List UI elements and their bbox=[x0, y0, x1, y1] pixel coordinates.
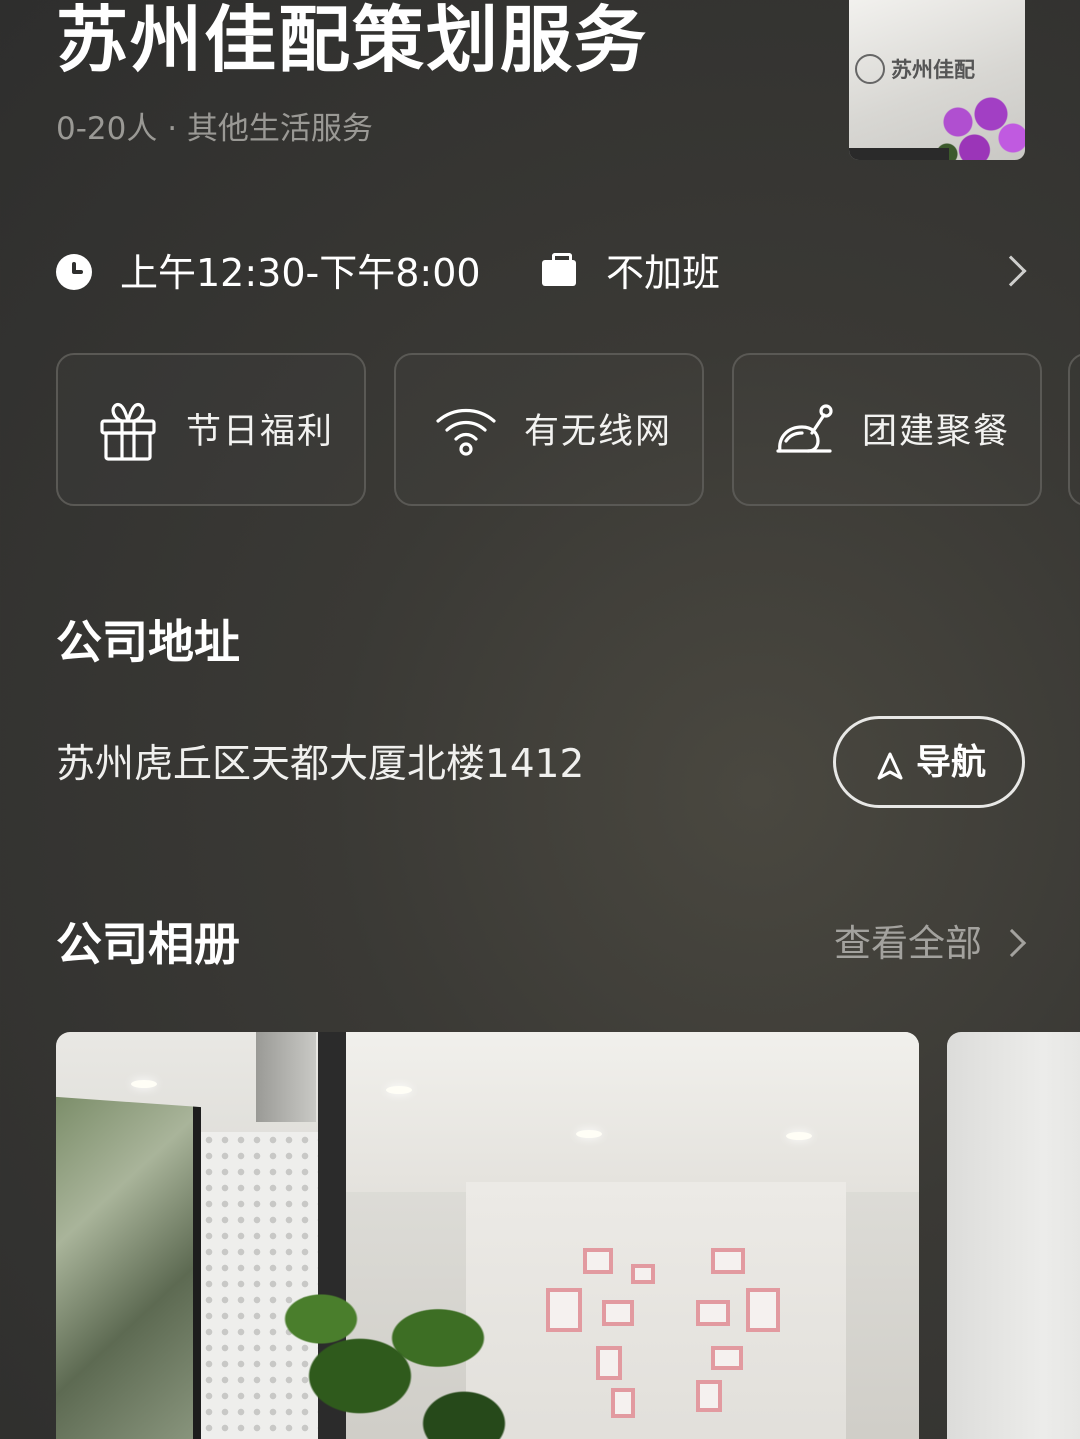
photo-window bbox=[256, 1032, 316, 1122]
photo-wall-frame bbox=[611, 1388, 635, 1418]
briefcase-icon bbox=[542, 253, 576, 286]
ceiling-light bbox=[576, 1130, 602, 1138]
album-photo-next[interactable] bbox=[947, 1032, 1080, 1439]
benefit-card-partial[interactable] bbox=[1068, 353, 1080, 506]
benefit-card-holiday[interactable]: 节日福利 bbox=[56, 353, 366, 506]
wifi-icon bbox=[436, 409, 496, 456]
benefit-label: 有无线网 bbox=[524, 412, 673, 452]
photo-tv-screen bbox=[56, 1096, 201, 1439]
navigate-label: 导航 bbox=[916, 743, 987, 783]
photo-ceiling bbox=[346, 1032, 919, 1192]
address-section-title: 公司地址 bbox=[56, 615, 240, 669]
photo-wall-frame bbox=[602, 1300, 634, 1326]
ceiling-light bbox=[786, 1132, 812, 1140]
ceiling-light bbox=[131, 1080, 157, 1088]
overtime-text: 不加班 bbox=[606, 251, 721, 295]
work-hours-text: 上午12:30-下午8:00 bbox=[120, 251, 481, 295]
photo-wall-frame bbox=[596, 1346, 622, 1380]
company-address: 苏州虎丘区天都大厦北楼1412 bbox=[56, 742, 585, 787]
company-logo-thumbnail[interactable]: 苏州佳配 bbox=[849, 0, 1025, 160]
ceiling-light bbox=[386, 1086, 412, 1094]
company-name: 苏州佳配策划服务 bbox=[56, 0, 649, 82]
photo-wall-frame bbox=[711, 1248, 745, 1274]
photo-wall-frame bbox=[583, 1248, 613, 1274]
logo-text: 苏州佳配 bbox=[891, 58, 975, 82]
photo-wall-frame bbox=[546, 1288, 582, 1332]
gift-icon bbox=[100, 402, 156, 461]
photo-wall-frame bbox=[711, 1346, 743, 1370]
album-section-title: 公司相册 bbox=[56, 917, 240, 971]
photo-wall-frame bbox=[746, 1288, 780, 1332]
benefit-card-wifi[interactable]: 有无线网 bbox=[394, 353, 704, 506]
reception-desk bbox=[849, 148, 949, 160]
logo-mark-icon bbox=[855, 54, 885, 84]
chevron-right-icon[interactable] bbox=[997, 928, 1027, 958]
work-hours-row[interactable]: 上午12:30-下午8:00 不加班 bbox=[56, 246, 1027, 300]
photo-wall-frame bbox=[696, 1300, 730, 1326]
album-photo-office[interactable] bbox=[56, 1032, 919, 1439]
benefit-label: 节日福利 bbox=[186, 412, 335, 452]
benefit-card-team-dinner[interactable]: 团建聚餐 bbox=[732, 353, 1042, 506]
benefit-label: 团建聚餐 bbox=[862, 412, 1011, 452]
photo-back-wall bbox=[466, 1182, 846, 1439]
photo-wall-frame bbox=[696, 1380, 722, 1412]
chevron-right-icon[interactable] bbox=[995, 255, 1027, 287]
navigation-arrow-icon bbox=[877, 752, 903, 780]
company-subtitle: 0-20人 · 其他生活服务 bbox=[56, 111, 373, 147]
roast-chicken-icon bbox=[776, 404, 833, 453]
navigate-button[interactable]: 导航 bbox=[833, 716, 1025, 808]
photo-plant bbox=[256, 1262, 516, 1439]
photo-wall-frame bbox=[631, 1264, 655, 1284]
view-all-link[interactable]: 查看全部 bbox=[834, 918, 982, 970]
clock-icon bbox=[56, 254, 92, 290]
